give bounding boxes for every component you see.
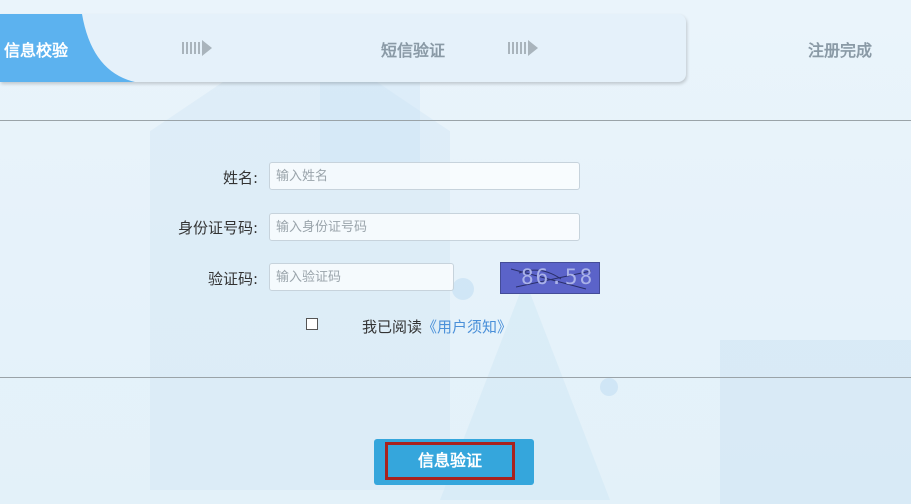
agreement-text: 我已阅读《用户须知》 bbox=[362, 316, 512, 337]
captcha-text: 86.58 bbox=[521, 265, 595, 289]
captcha-image[interactable]: 86.58 bbox=[500, 262, 600, 294]
bg-dot bbox=[600, 378, 618, 396]
bg-building-shape bbox=[720, 340, 911, 504]
id-number-label: 身份证号码: bbox=[177, 219, 258, 237]
captcha-input[interactable] bbox=[269, 263, 454, 291]
user-notice-link[interactable]: 《用户须知》 bbox=[422, 318, 512, 336]
info-verify-button[interactable]: 信息验证 bbox=[385, 442, 515, 480]
divider-top bbox=[0, 120, 911, 121]
name-label: 姓名: bbox=[222, 169, 258, 187]
agreement-prefix: 我已阅读 bbox=[362, 318, 423, 336]
id-number-input[interactable] bbox=[269, 213, 580, 241]
bg-dot bbox=[452, 278, 474, 300]
divider-bottom bbox=[0, 377, 911, 378]
step-sms-verify: 短信验证 bbox=[381, 41, 446, 60]
step-arrow-icon bbox=[508, 40, 538, 56]
step-register-complete: 注册完成 bbox=[808, 41, 873, 60]
captcha-label: 验证码: bbox=[207, 270, 258, 288]
bg-house-shape bbox=[150, 30, 450, 490]
name-input[interactable] bbox=[269, 162, 580, 190]
agreement-checkbox[interactable] bbox=[306, 318, 318, 330]
step-arrow-icon bbox=[182, 40, 212, 56]
step-info-check: 信息校验 bbox=[4, 41, 69, 60]
